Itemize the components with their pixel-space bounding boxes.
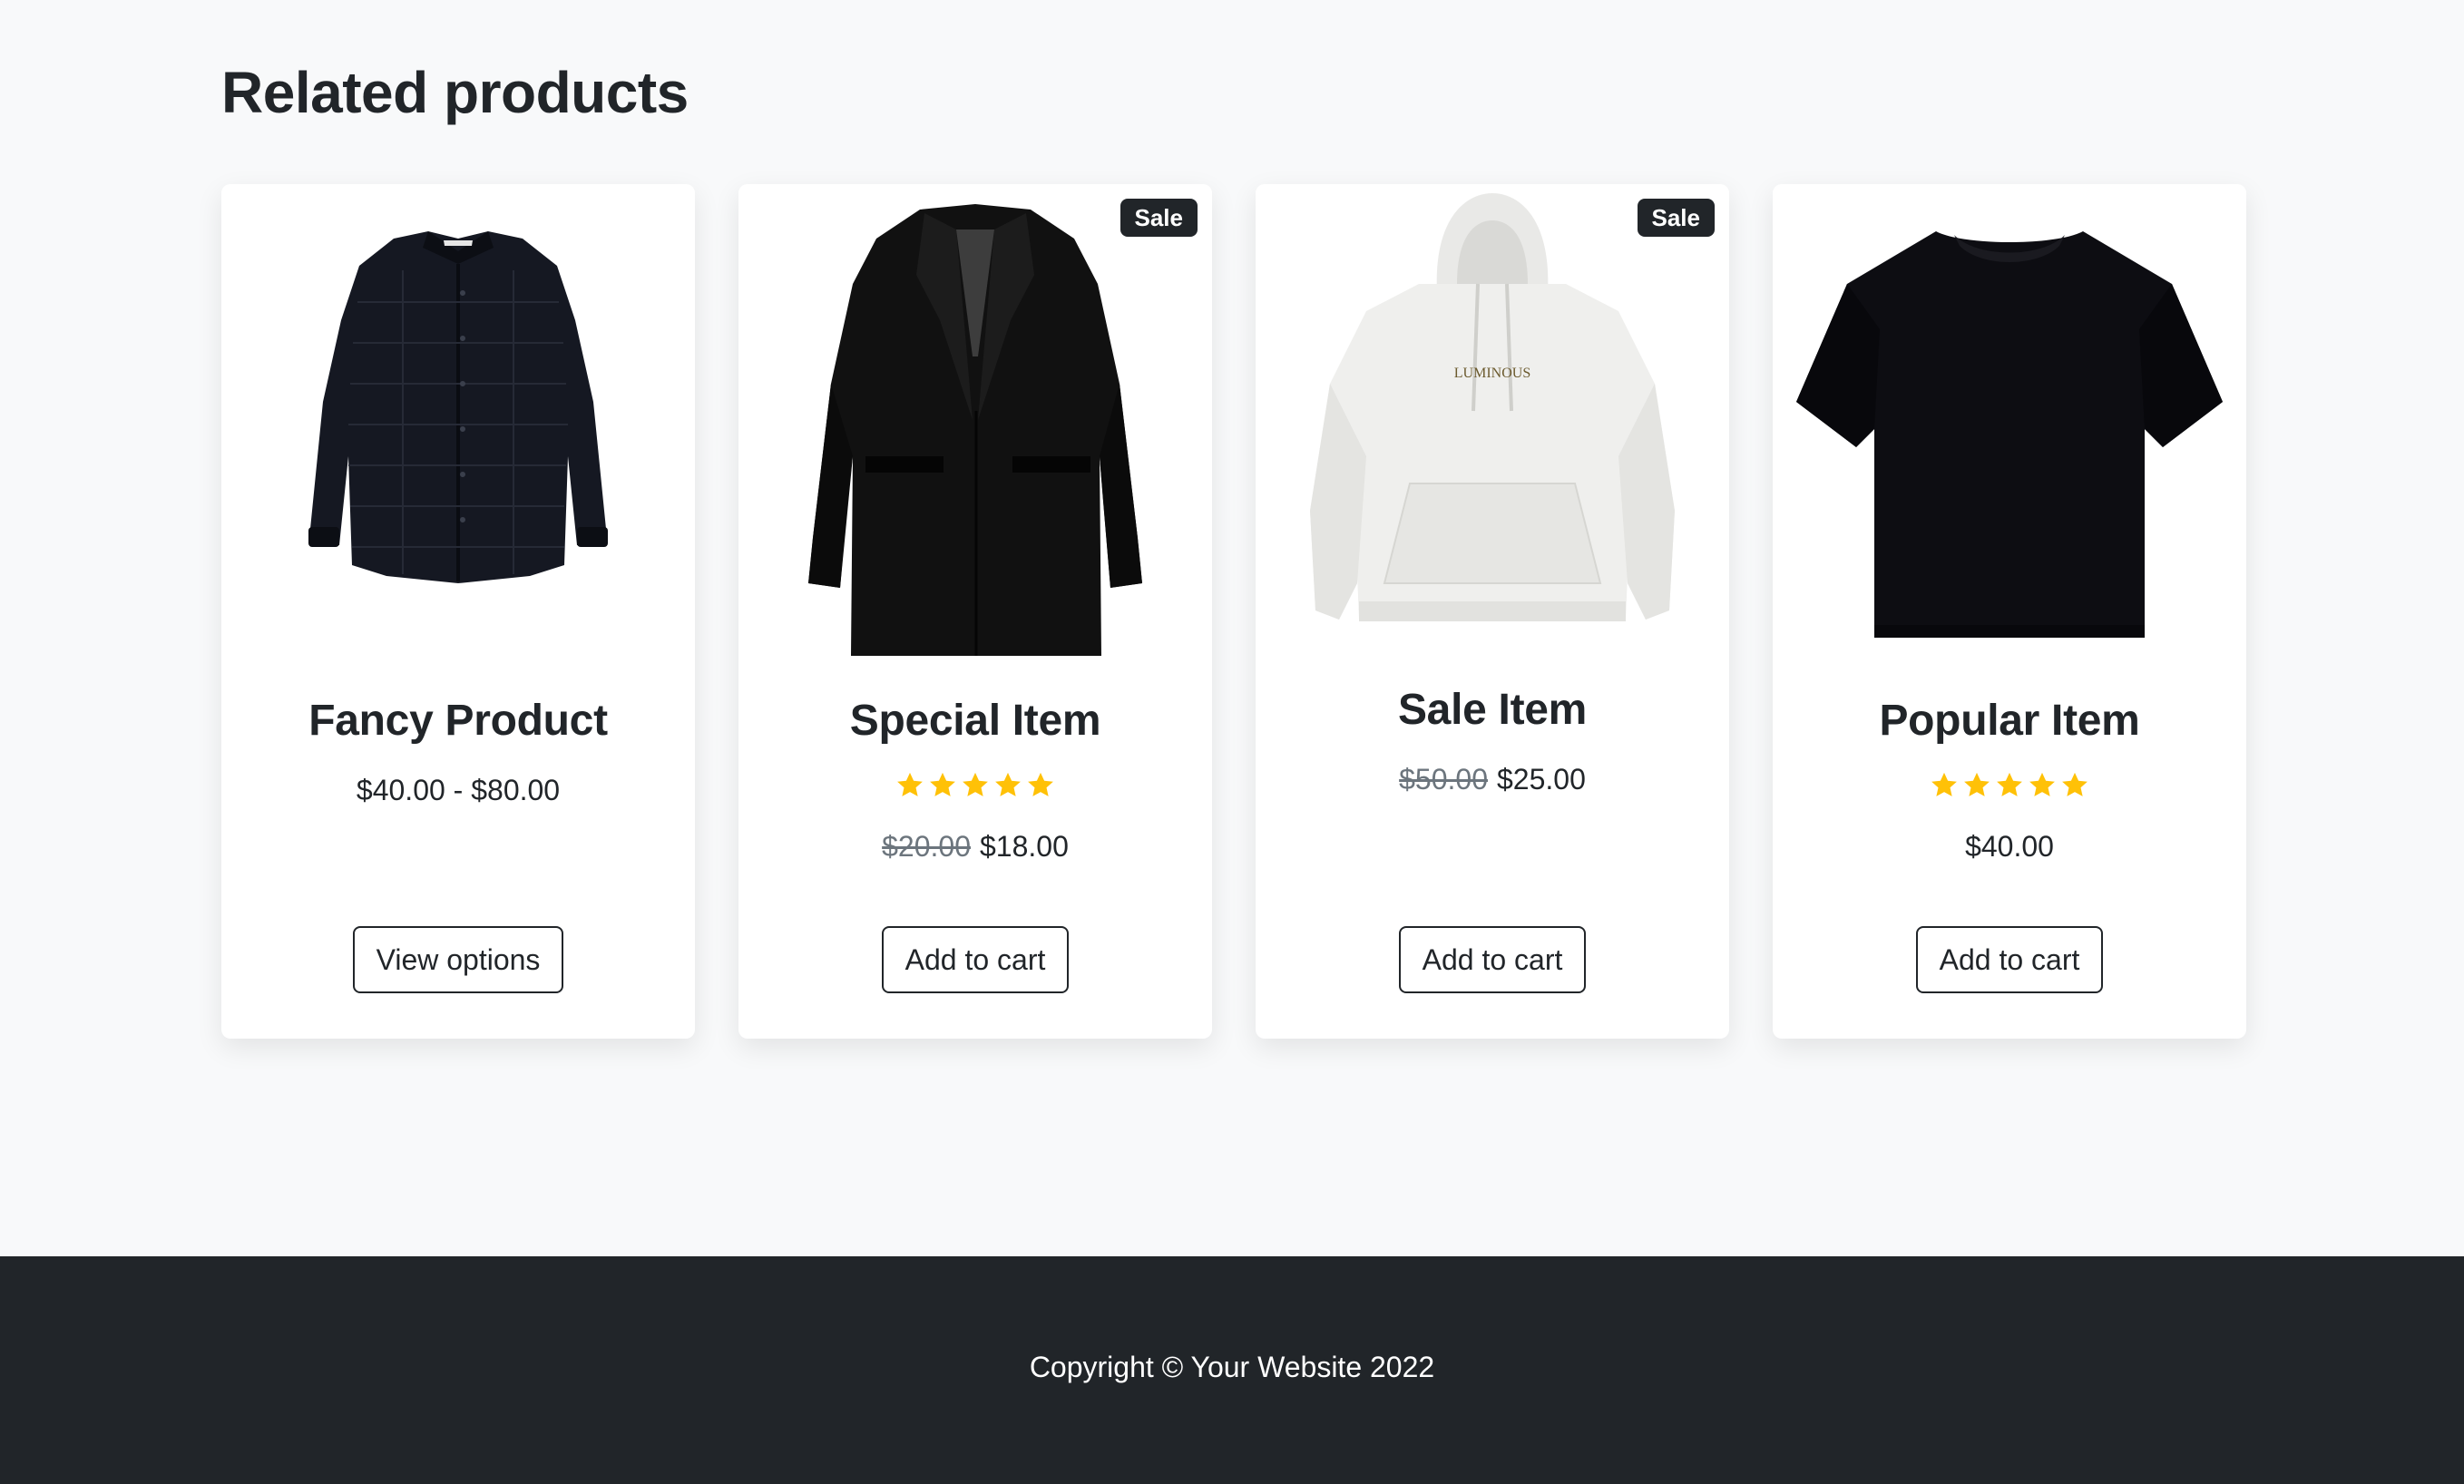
product-details: Sale Item $50.00 $25.00	[1256, 681, 1729, 799]
price-range: $40.00 - $80.00	[356, 774, 561, 806]
sale-badge: Sale	[1637, 199, 1715, 237]
product-price: $50.00 $25.00	[1256, 759, 1729, 799]
product-details: Special Item $20.00 $18.00	[738, 692, 1212, 866]
star-icon	[2027, 770, 2058, 801]
star-icon	[1961, 770, 1992, 801]
view-options-button[interactable]: View options	[352, 926, 564, 993]
product-actions: Add to cart	[1773, 926, 2246, 993]
product-actions: Add to cart	[1256, 926, 1729, 993]
section-title: Related products	[221, 60, 689, 125]
product-price: $40.00 - $80.00	[221, 770, 695, 810]
star-rating	[738, 770, 1212, 806]
product-details: Fancy Product $40.00 - $80.00	[221, 692, 695, 810]
star-rating	[1773, 770, 2246, 806]
product-name[interactable]: Sale Item	[1256, 681, 1729, 739]
product-card[interactable]: Sale Special Item $20.00 $18.00 Add to ca…	[738, 184, 1212, 1039]
product-actions: View options	[221, 926, 695, 993]
price: $40.00	[1965, 830, 2054, 863]
product-actions: Add to cart	[738, 926, 1212, 993]
sale-price: $25.00	[1497, 763, 1586, 796]
star-icon	[1994, 770, 2025, 801]
old-price: $50.00	[1399, 763, 1488, 796]
star-icon	[1025, 770, 1056, 801]
white-hoodie-image: LUMINOUS	[1256, 184, 1729, 665]
black-quilted-shirt-image	[221, 184, 695, 665]
add-to-cart-button[interactable]: Add to cart	[881, 926, 1070, 993]
product-image[interactable]	[221, 184, 695, 665]
hoodie-print-text: LUMINOUS	[1454, 366, 1530, 381]
product-name[interactable]: Popular Item	[1773, 692, 2246, 750]
product-price: $20.00 $18.00	[738, 826, 1212, 866]
add-to-cart-button[interactable]: Add to cart	[1915, 926, 2104, 993]
star-icon	[960, 770, 991, 801]
product-image[interactable]: Sale	[738, 184, 1212, 665]
product-name[interactable]: Special Item	[738, 692, 1212, 750]
product-name[interactable]: Fancy Product	[221, 692, 695, 750]
site-footer: Copyright © Your Website 2022	[0, 1256, 2464, 1484]
add-to-cart-button[interactable]: Add to cart	[1398, 926, 1587, 993]
related-products-section: Related products Fancy Product $40.00 - …	[0, 0, 2464, 1256]
product-price: $40.00	[1773, 826, 2246, 866]
sale-price: $18.00	[980, 830, 1069, 863]
product-card[interactable]: LUMINOUS Sale Sale Item $50.00 $25.00 Add…	[1256, 184, 1729, 1039]
product-card[interactable]: Fancy Product $40.00 - $80.00 View optio…	[221, 184, 695, 1039]
star-icon	[1929, 770, 1960, 801]
product-image[interactable]	[1773, 184, 2246, 665]
star-icon	[2059, 770, 2090, 801]
product-details: Popular Item $40.00	[1773, 692, 2246, 866]
black-overcoat-image	[738, 184, 1212, 665]
black-tshirt-image	[1773, 184, 2246, 665]
old-price: $20.00	[882, 830, 971, 863]
star-icon	[992, 770, 1023, 801]
sale-badge: Sale	[1120, 199, 1198, 237]
copyright-text: Copyright © Your Website 2022	[1029, 1351, 1435, 1383]
product-card[interactable]: Popular Item $40.00 Add to cart	[1773, 184, 2246, 1039]
star-icon	[927, 770, 958, 801]
star-icon	[895, 770, 925, 801]
product-image[interactable]: LUMINOUS Sale	[1256, 184, 1729, 665]
